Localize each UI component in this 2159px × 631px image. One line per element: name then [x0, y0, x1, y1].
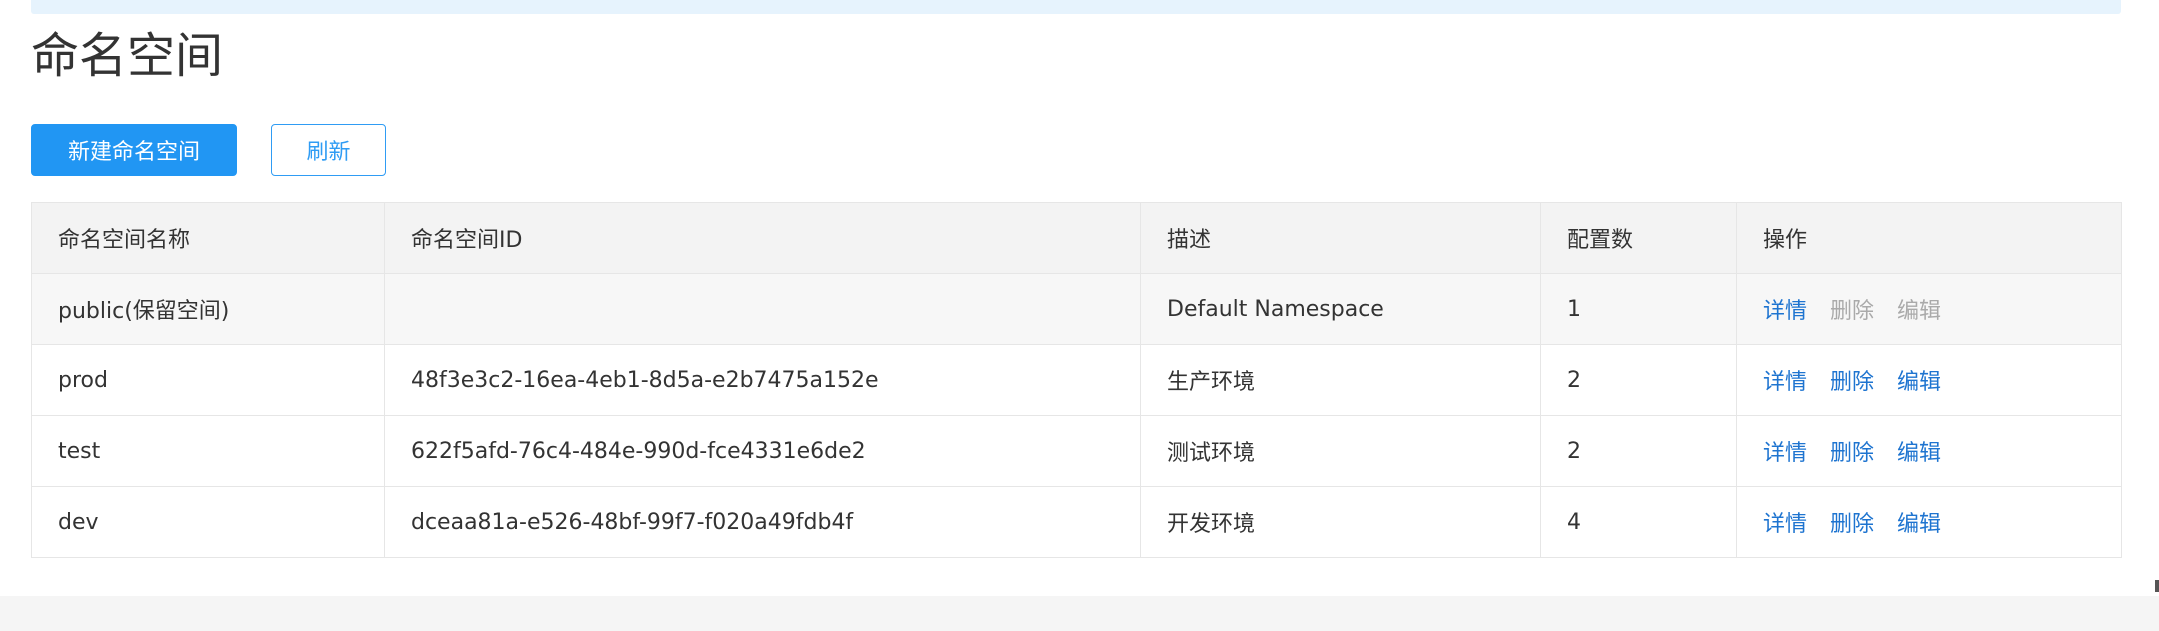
config-count-cell: 2: [1540, 344, 1737, 416]
info-banner: [31, 0, 2121, 14]
namespace-id-cell: dceaa81a-e526-48bf-99f7-f020a49fdb4f: [384, 486, 1141, 558]
table-row: prod 48f3e3c2-16ea-4eb1-8d5a-e2b7475a152…: [31, 344, 2122, 416]
namespace-id-cell: [384, 273, 1141, 345]
namespace-description-cell: 开发环境: [1140, 486, 1541, 558]
delete-link[interactable]: 删除: [1830, 441, 1874, 466]
actions-cell: 详情 删除 编辑: [1736, 344, 2122, 416]
column-header-name: 命名空间名称: [31, 202, 385, 274]
edit-link[interactable]: 编辑: [1897, 441, 1941, 466]
table-header-row: 命名空间名称 命名空间ID 描述 配置数 操作: [31, 202, 2122, 274]
table-row: test 622f5afd-76c4-484e-990d-fce4331e6de…: [31, 415, 2122, 487]
delete-link: 删除: [1830, 299, 1875, 324]
table-row: dev dceaa81a-e526-48bf-99f7-f020a49fdb4f…: [31, 486, 2122, 558]
refresh-button[interactable]: 刷新: [271, 124, 386, 176]
edit-link[interactable]: 编辑: [1897, 370, 1941, 395]
namespace-id-cell: 622f5afd-76c4-484e-990d-fce4331e6de2: [384, 415, 1141, 487]
detail-link[interactable]: 详情: [1763, 512, 1807, 537]
namespace-table: 命名空间名称 命名空间ID 描述 配置数 操作 public(保留空间) Def…: [31, 202, 2122, 558]
table-row: public(保留空间) Default Namespace 1 详情 删除 编…: [31, 273, 2122, 345]
column-header-config-count: 配置数: [1540, 202, 1737, 274]
edit-link[interactable]: 编辑: [1897, 512, 1941, 537]
column-header-id: 命名空间ID: [384, 202, 1141, 274]
footer-area: [0, 596, 2159, 631]
toolbar: 新建命名空间 刷新: [31, 124, 386, 176]
config-count-cell: 2: [1540, 415, 1737, 487]
create-namespace-button[interactable]: 新建命名空间: [31, 124, 237, 176]
scrollbar-handle[interactable]: [2155, 580, 2159, 592]
namespace-id-cell: 48f3e3c2-16ea-4eb1-8d5a-e2b7475a152e: [384, 344, 1141, 416]
namespace-name-cell: prod: [31, 344, 385, 416]
detail-link[interactable]: 详情: [1763, 441, 1807, 466]
namespace-name-cell: test: [31, 415, 385, 487]
actions-cell: 详情 删除 编辑: [1736, 486, 2122, 558]
page-title: 命名空间: [31, 28, 224, 84]
namespace-description-cell: Default Namespace: [1140, 273, 1541, 345]
delete-link[interactable]: 删除: [1830, 370, 1874, 395]
actions-cell: 详情 删除 编辑: [1736, 415, 2122, 487]
namespace-name-cell: dev: [31, 486, 385, 558]
config-count-cell: 4: [1540, 486, 1737, 558]
namespace-description-cell: 生产环境: [1140, 344, 1541, 416]
config-count-cell: 1: [1540, 273, 1737, 345]
namespace-description-cell: 测试环境: [1140, 415, 1541, 487]
detail-link[interactable]: 详情: [1763, 299, 1807, 324]
delete-link[interactable]: 删除: [1830, 512, 1874, 537]
column-header-description: 描述: [1140, 202, 1541, 274]
namespace-name-cell: public(保留空间): [31, 273, 385, 345]
edit-link: 编辑: [1897, 299, 1942, 324]
actions-cell: 详情 删除 编辑: [1736, 273, 2122, 345]
column-header-actions: 操作: [1736, 202, 2122, 274]
detail-link[interactable]: 详情: [1763, 370, 1807, 395]
